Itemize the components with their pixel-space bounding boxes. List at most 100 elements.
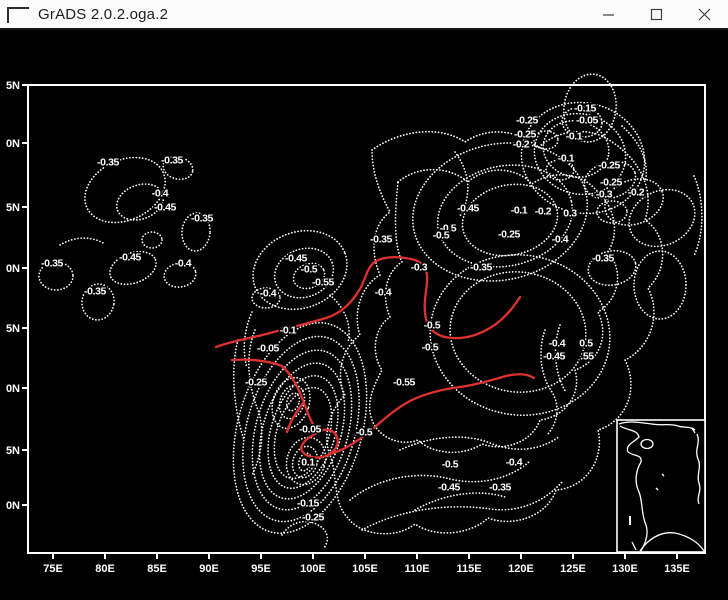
minimize-button[interactable] — [584, 0, 632, 28]
contour-label: -0.4 — [152, 188, 169, 200]
contour-label: -0.1 — [566, 131, 583, 143]
x-tick-label: 135E — [664, 563, 690, 575]
contour-path — [60, 238, 105, 245]
contour-path — [330, 295, 349, 342]
maximize-icon — [650, 8, 663, 21]
y-tick-label: 0N — [6, 500, 20, 512]
contour-label: -0.55 — [393, 377, 415, 389]
contour-label: -0.2 — [628, 187, 645, 199]
contour-path — [234, 340, 244, 440]
contour-label: 0.1 — [301, 457, 315, 469]
contour-label: -0.4 — [549, 338, 566, 350]
contour-path — [327, 132, 663, 534]
contour-label: -0.35 — [191, 213, 213, 225]
contour-label: -0.25 — [600, 177, 622, 189]
y-tick-label: 5N — [6, 445, 20, 457]
x-tick-label: 75E — [43, 563, 63, 575]
contour-label: -0.25 — [302, 512, 324, 524]
contour-label: -0.1 — [558, 153, 575, 165]
contour-path — [400, 436, 560, 450]
contour-labels: -0.35-0.35-0.4-0.45-0.35-0.35-0.45-0.4-0… — [41, 103, 645, 524]
contour-label: 0.5 — [579, 338, 593, 350]
y-tick-label: 5N — [6, 202, 20, 214]
x-tick-label: 100E — [300, 563, 326, 575]
contour-label: -0.5 — [424, 320, 441, 332]
contour-label: 0.3 — [563, 208, 577, 220]
title-bar: GrADS 2.0.2.oga.2 — [0, 0, 728, 30]
close-button[interactable] — [680, 0, 728, 28]
contour-label: -0.4 — [260, 288, 277, 300]
contour-label: -0.35 — [84, 286, 106, 298]
contour-path — [415, 493, 505, 510]
minimize-icon — [602, 8, 615, 21]
grads-window: GrADS 2.0.2.oga.2 75E80E85E90E95E100E105 — [0, 0, 728, 600]
contour-label: -0.45 — [438, 482, 460, 494]
window-controls — [584, 0, 728, 28]
x-tick-label: 130E — [612, 563, 638, 575]
x-tick-label: 105E — [352, 563, 378, 575]
contour-label: -0.1 — [280, 325, 297, 337]
contour-label: -0.45 — [543, 351, 565, 363]
contour-label: -0.35 — [370, 234, 392, 246]
x-tick-label: 120E — [508, 563, 534, 575]
contour-label: -0.4 — [175, 258, 192, 270]
x-tick-label: 125E — [560, 563, 586, 575]
contour-ellipse — [534, 131, 558, 149]
x-tick-label: 110E — [404, 563, 429, 575]
contour-label: -0.25 — [245, 377, 267, 389]
contour-label: -0.2 — [535, 206, 552, 218]
y-tick-label: 5N — [6, 323, 20, 335]
contour-label: -0.1 — [511, 205, 528, 217]
x-tick-label: 95E — [251, 563, 271, 575]
contour-label: -0.2 — [513, 139, 530, 151]
contour-ellipse — [442, 263, 593, 401]
inset-map — [617, 420, 705, 552]
contour-label: -0.05 — [299, 424, 321, 436]
y-tick-label: 5N — [6, 80, 20, 92]
axes: 75E 80E 85E 90E 95E 100E 105E 110E 115E 120E 125E 1… — [6, 80, 705, 575]
contour-label: -0.45 — [457, 203, 479, 215]
contour-label: -0.05 — [576, 115, 598, 127]
contour-label: -0.4 — [552, 234, 569, 246]
contour-label: -0.35 — [489, 482, 511, 494]
contour-label: -0.35 — [470, 262, 492, 274]
contour-label: -0.35 — [161, 155, 183, 167]
contour-path — [350, 461, 530, 500]
contour-label: -0.5 — [422, 342, 439, 354]
contour-label: -0.25 — [598, 160, 620, 172]
contour-label: -0.4 — [506, 457, 523, 469]
contour-label: -0.5 — [433, 230, 450, 242]
contour-lines — [39, 71, 704, 549]
x-tick-label: 80E — [95, 563, 115, 575]
contour-label: -0.35 — [97, 157, 119, 169]
contour-label: -0.5 — [301, 264, 318, 276]
y-tick-label: 0N — [6, 383, 20, 395]
contour-label: -0.55 — [312, 277, 334, 289]
x-tick-label: 115E — [456, 563, 481, 575]
y-tick-label: 0N — [6, 138, 20, 150]
maximize-button[interactable] — [632, 0, 680, 28]
contour-label: -0.3 — [596, 189, 613, 201]
y-tick-label: 0N — [6, 263, 20, 275]
x-tick-label: 90E — [199, 563, 219, 575]
contour-ellipse — [142, 232, 162, 248]
contour-label: -0.5 — [442, 459, 459, 471]
contour-label: -0.3 — [411, 262, 428, 274]
contour-label: -0.25 — [498, 229, 520, 241]
inset-mark — [629, 516, 631, 525]
contour-path — [362, 482, 562, 530]
contour-map-plot: 75E 80E 85E 90E 95E 100E 105E 110E 115E 120E 125E 1… — [0, 30, 728, 595]
contour-label: -0.15 — [574, 103, 596, 115]
inset-frame — [617, 420, 705, 552]
contour-label: -0.35 — [592, 253, 614, 265]
app-icon — [7, 7, 29, 23]
contour-label: -0.05 — [257, 343, 279, 355]
contour-label: -0.25 — [516, 115, 538, 127]
contour-ellipse — [634, 251, 686, 319]
window-title: GrADS 2.0.2.oga.2 — [38, 6, 584, 23]
contour-label: -0.4 — [375, 287, 392, 299]
contour-label: -0.45 — [119, 252, 141, 264]
close-icon — [698, 8, 711, 21]
contour-label: -0.5 — [356, 427, 373, 439]
x-tick-label: 85E — [147, 563, 167, 575]
